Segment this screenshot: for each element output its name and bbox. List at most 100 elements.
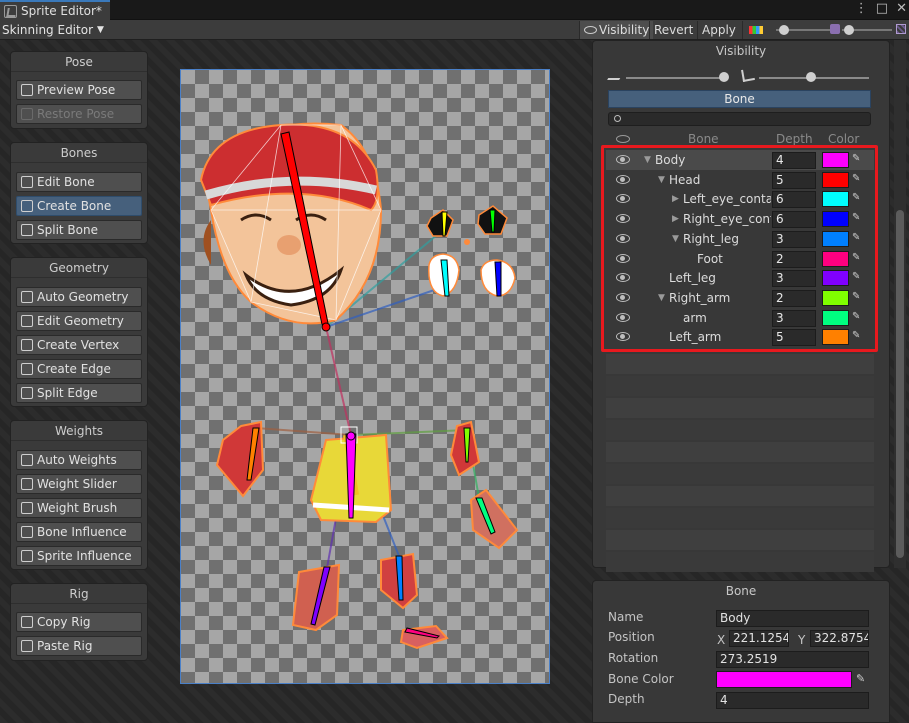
visibility-column-eye-icon	[616, 135, 630, 143]
create-edge-button[interactable]: Create Edge	[16, 359, 142, 379]
color-palette-icon	[748, 26, 763, 34]
character-rig-illustration[interactable]	[181, 70, 549, 683]
create-vertex-icon	[21, 339, 33, 351]
bone-column-header[interactable]: Bone	[688, 132, 719, 146]
more-options-icon[interactable]: ⋮	[855, 1, 868, 16]
empty-row	[606, 508, 874, 528]
bone-influence-button[interactable]: Bone Influence	[16, 522, 142, 542]
revert-button[interactable]: Revert	[649, 21, 697, 39]
empty-row	[606, 486, 874, 506]
bone-color-field[interactable]	[716, 671, 852, 688]
auto-weights-button[interactable]: Auto Weights	[16, 450, 142, 470]
split-edge-button[interactable]: Split Edge	[16, 383, 142, 403]
maximize-icon[interactable]: □	[876, 1, 888, 16]
edit-bone-icon	[21, 176, 33, 188]
preview-pose-label: Preview Pose	[37, 83, 116, 97]
highlight-box	[601, 145, 878, 352]
edit-geometry-button[interactable]: Edit Geometry	[16, 311, 142, 331]
depth-field[interactable]: 4	[716, 692, 869, 709]
toolbar	[0, 20, 909, 40]
editor-tab[interactable]: Sprite Editor*	[0, 0, 110, 20]
rotation-field[interactable]: 273.2519	[716, 651, 869, 668]
split-bone-label: Split Bone	[37, 223, 98, 237]
weight-brush-button[interactable]: Weight Brush	[16, 498, 142, 518]
weight-slider-icon	[21, 478, 33, 490]
geometry-panel: Geometry Auto Geometry Edit Geometry Cre…	[10, 257, 148, 407]
copy-rig-label: Copy Rig	[37, 615, 91, 629]
eyedropper-icon[interactable]: ✎	[856, 672, 865, 685]
split-bone-button[interactable]: Split Bone	[16, 220, 142, 240]
bone-opacity-slider-handle[interactable]	[719, 72, 729, 82]
toolbar-alpha-slider-handle[interactable]	[779, 25, 789, 35]
name-label: Name	[608, 610, 644, 624]
close-icon[interactable]: ✕	[896, 1, 907, 16]
empty-row	[606, 420, 874, 440]
rotation-label: Rotation	[608, 651, 659, 665]
create-bone-button[interactable]: Create Bone	[16, 196, 142, 216]
empty-row	[606, 376, 874, 396]
color-column-header[interactable]: Color	[828, 132, 859, 146]
bone-opacity-slider-track[interactable]	[626, 77, 728, 79]
sprite-editor-icon	[4, 4, 17, 18]
depth-label: Depth	[608, 692, 645, 706]
empty-row	[606, 398, 874, 418]
auto-geometry-label: Auto Geometry	[37, 290, 129, 304]
weight-brush-label: Weight Brush	[37, 501, 118, 515]
visibility-toggle-button[interactable]: Visibility	[579, 21, 654, 39]
window-controls: ⋮ □ ✕	[855, 1, 907, 16]
weight-brush-icon	[21, 502, 33, 514]
copy-rig-icon	[21, 616, 33, 628]
toolbar-mesh-slider-handle[interactable]	[844, 25, 854, 35]
bone-search-input[interactable]	[608, 112, 871, 126]
bone-name-field[interactable]: Body	[716, 610, 869, 627]
empty-row	[606, 354, 874, 374]
sprite-frame[interactable]	[180, 69, 550, 684]
bone-influence-label: Bone Influence	[37, 525, 127, 539]
position-x-field[interactable]: 221.1254	[729, 630, 789, 647]
rig-panel: Rig Copy Rig Paste Rig	[10, 583, 148, 661]
apply-button[interactable]: Apply	[697, 21, 740, 39]
sprite-icon	[830, 24, 840, 34]
auto-geometry-icon	[21, 291, 33, 303]
auto-weights-icon	[21, 454, 33, 466]
sprite-influence-button[interactable]: Sprite Influence	[16, 546, 142, 566]
create-edge-icon	[21, 363, 33, 375]
edit-bone-label: Edit Bone	[37, 175, 95, 189]
bone-tab[interactable]: Bone	[608, 90, 871, 108]
weight-slider-button[interactable]: Weight Slider	[16, 474, 142, 494]
split-edge-label: Split Edge	[37, 386, 98, 400]
edit-geometry-icon	[21, 315, 33, 327]
mesh-opacity-slider-handle[interactable]	[806, 72, 816, 82]
edit-bone-button[interactable]: Edit Bone	[16, 172, 142, 192]
position-label: Position	[608, 630, 655, 644]
paste-rig-button[interactable]: Paste Rig	[16, 636, 142, 656]
visibility-scrollbar-thumb[interactable]	[896, 210, 904, 558]
bones-panel: Bones Edit Bone Create Bone Split Bone	[10, 142, 148, 244]
bone-influence-icon	[21, 526, 33, 538]
position-y-field[interactable]: 322.8754	[810, 630, 869, 647]
visibility-toggle-label: Visibility	[599, 23, 650, 37]
empty-row	[606, 464, 874, 484]
restore-pose-button[interactable]: Restore Pose	[16, 104, 142, 124]
dropdown-arrow-icon: ▼	[97, 25, 104, 35]
split-bone-icon	[21, 224, 33, 236]
split-edge-icon	[21, 387, 33, 399]
create-bone-label: Create Bone	[37, 199, 112, 213]
bones-panel-title: Bones	[11, 143, 147, 163]
auto-weights-label: Auto Weights	[37, 453, 117, 467]
create-vertex-label: Create Vertex	[37, 338, 120, 352]
copy-rig-button[interactable]: Copy Rig	[16, 612, 142, 632]
auto-geometry-button[interactable]: Auto Geometry	[16, 287, 142, 307]
mesh-icon	[896, 24, 906, 34]
create-edge-label: Create Edge	[37, 362, 111, 376]
mode-dropdown[interactable]: Skinning Editor ▼	[2, 22, 104, 38]
eye-icon	[584, 26, 597, 34]
empty-row	[606, 530, 874, 550]
geometry-panel-title: Geometry	[11, 258, 147, 278]
create-vertex-button[interactable]: Create Vertex	[16, 335, 142, 355]
preview-pose-button[interactable]: Preview Pose	[16, 80, 142, 100]
visibility-panel-title: Visibility	[715, 44, 767, 58]
depth-column-header[interactable]: Depth	[776, 132, 813, 146]
color-palette-button[interactable]	[742, 21, 768, 39]
create-bone-icon	[21, 200, 33, 212]
